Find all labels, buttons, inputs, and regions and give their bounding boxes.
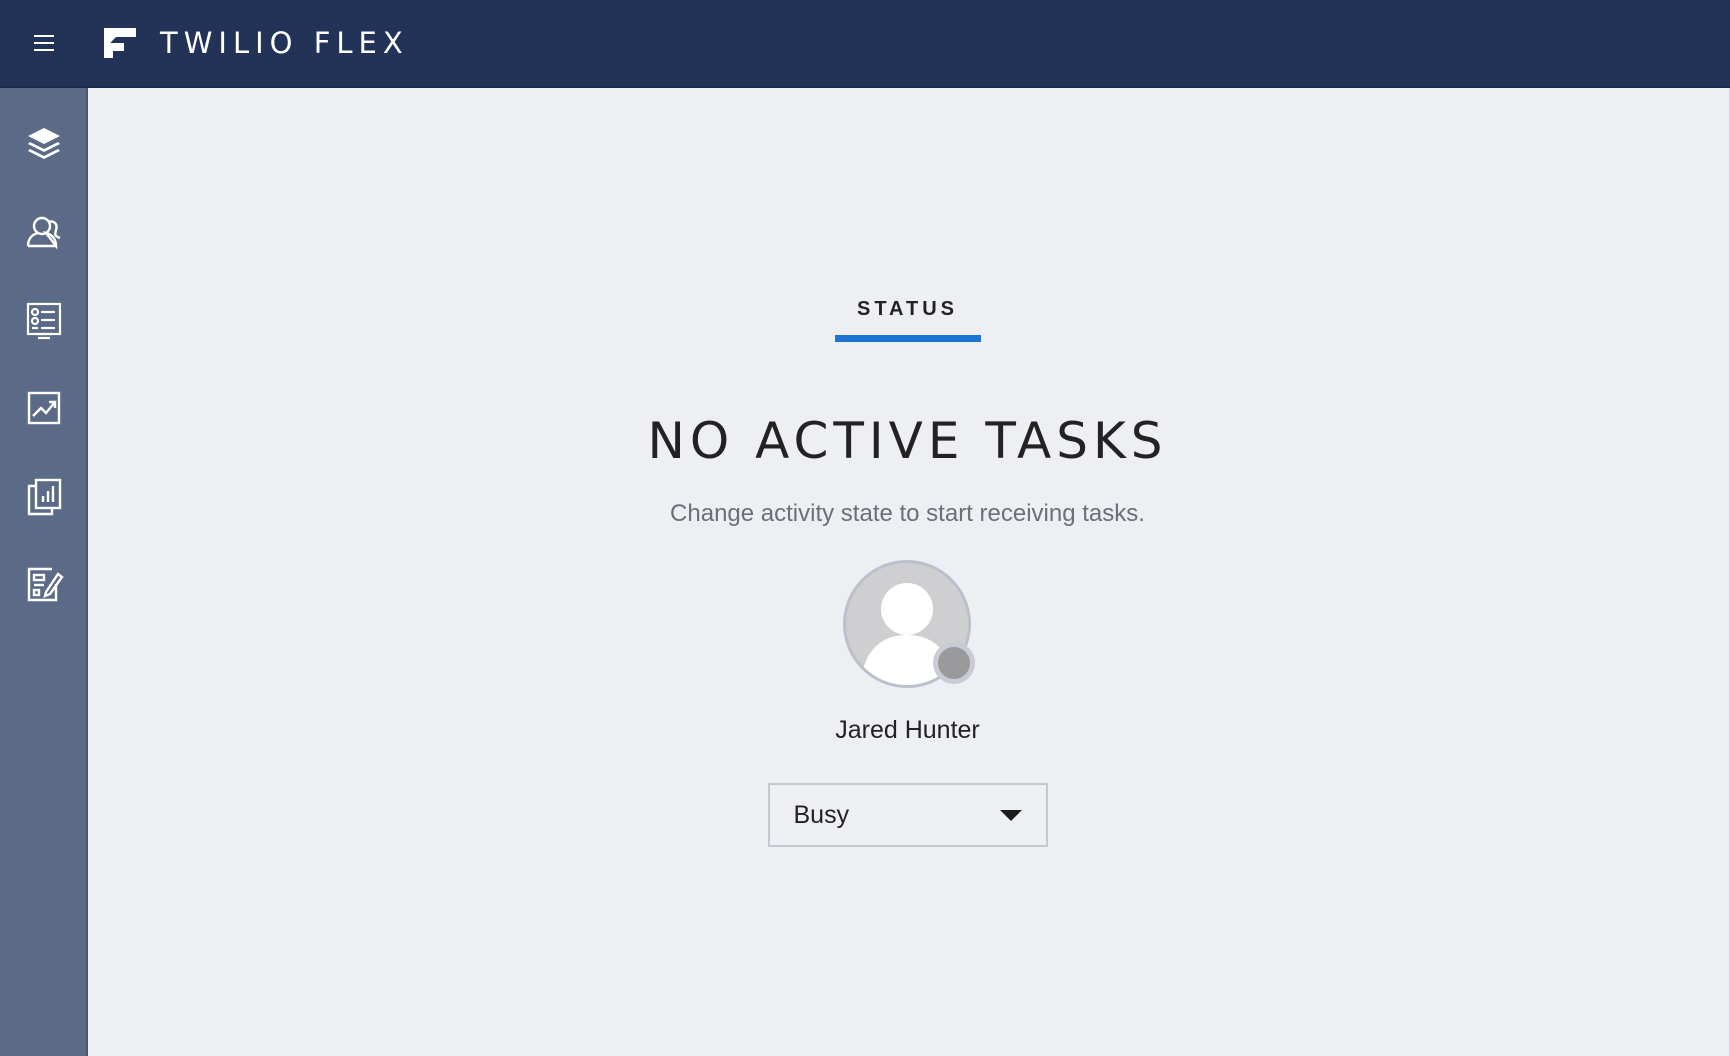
task-list-icon: [26, 302, 62, 340]
reports-icon: [27, 478, 62, 516]
tab-status-label: STATUS: [856, 298, 959, 320]
hamburger-menu-button[interactable]: [0, 0, 88, 87]
availability-status-indicator: [932, 642, 975, 684]
caret-down-icon: [999, 809, 1022, 821]
app-root: TWILIO FLEX STATUS NO ACTIVE TASKS Chang…: [0, 0, 1730, 1056]
empty-state-message: Change activity state to start receiving…: [670, 500, 1145, 527]
sidebar-item-reports[interactable]: [0, 452, 88, 540]
sidebar-item-edit-form[interactable]: [0, 540, 88, 628]
analytics-icon: [27, 391, 61, 425]
page-title: NO ACTIVE TASKS: [647, 412, 1168, 470]
tab-status[interactable]: STATUS: [834, 298, 981, 342]
app-title: TWILIO FLEX: [160, 26, 409, 60]
top-bar: TWILIO FLEX: [0, 0, 1730, 88]
agents-icon: [26, 216, 61, 250]
activity-state-select[interactable]: Busy: [767, 783, 1048, 847]
layers-icon: [28, 128, 60, 159]
edit-form-icon: [27, 567, 64, 602]
twilio-flex-logo: [104, 28, 136, 58]
tab-active-indicator: [834, 335, 981, 342]
sidebar-item-agents[interactable]: [0, 188, 88, 276]
activity-state-value: Busy: [793, 800, 850, 829]
sidebar-item-task-list[interactable]: [0, 276, 88, 364]
user-avatar-wrapper: [842, 560, 975, 690]
sidebar-nav: [0, 88, 88, 1056]
sidebar-item-analytics[interactable]: [0, 364, 88, 452]
user-name: Jared Hunter: [835, 716, 980, 744]
agent-status-panel: STATUS NO ACTIVE TASKS Change activity s…: [88, 88, 1727, 847]
hamburger-menu-icon: [34, 35, 54, 51]
brand: TWILIO FLEX: [102, 26, 409, 60]
sidebar-item-layers[interactable]: [0, 100, 88, 188]
main-panel: STATUS NO ACTIVE TASKS Change activity s…: [88, 88, 1730, 1056]
